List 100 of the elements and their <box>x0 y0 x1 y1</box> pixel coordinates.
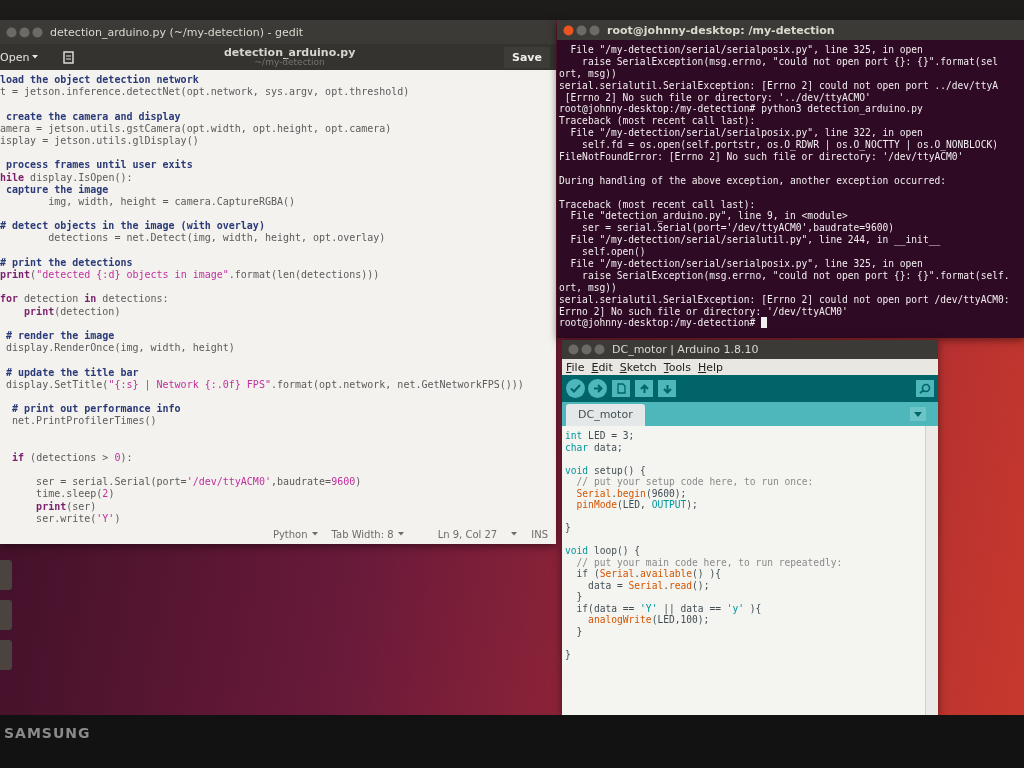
menu-item[interactable]: File <box>566 360 585 374</box>
code-line: display.SetTitle("{:s} | Network {:.0f} FPS".format(opt.network, net.GetNetworkFPS())) <box>5 378 525 391</box>
down-arrow-icon <box>662 383 672 394</box>
code-line: display.RenderOnce(img, width, height) <box>5 342 236 355</box>
code-line: void loop() { <box>565 545 642 557</box>
caret-icon[interactable] <box>511 532 518 536</box>
code-line: int LED = 3; <box>565 430 636 442</box>
terminal-line: Traceback (most recent call last): <box>559 115 757 128</box>
scrollbar[interactable] <box>925 426 938 715</box>
code-line: if (Serial.available() ){ <box>575 568 722 580</box>
code-line: // put your main code here, to run repeatedly: <box>575 556 844 568</box>
text-cursor <box>761 317 768 329</box>
caret-icon <box>311 532 318 536</box>
terminal-line: raise SerialException(msg.errno, "could not open port {}: {}".format(sel <box>581 55 999 68</box>
terminal-line: self.open() <box>581 246 647 259</box>
terminal-line: root@johnny-desktop:/my-detection# python3 detection_arduino.py <box>559 103 924 116</box>
window-title: root@johnny-desktop: /my-detection <box>607 23 835 37</box>
code-line: print(detection) <box>23 305 122 318</box>
code-line: # render the image <box>5 329 116 343</box>
up-arrow-icon <box>639 383 649 394</box>
tab-width-selector[interactable]: Tab Width: 8 <box>331 528 404 540</box>
monitor-brand: SAMSUNG <box>4 725 91 741</box>
menu-item[interactable]: Edit <box>591 360 613 374</box>
insert-mode: INS <box>531 528 548 540</box>
code-line: # print out performance info <box>11 403 182 416</box>
cursor-position: Ln 9, Col 27 <box>437 528 498 540</box>
new-sketch-button[interactable] <box>612 380 630 397</box>
code-line: // put your setup code here, to run once: <box>575 476 815 488</box>
terminal-line: serial.serialutil.SerialException: [Errno 2] could not open port /dev/ttyACM0: <box>559 293 1011 306</box>
terminal-line: serial.serialutil.SerialException: [Errno 2] could not open port ../dev/ttyA <box>559 79 999 92</box>
window-controls-icon[interactable] <box>568 344 606 355</box>
code-line: img, width, height = camera.CaptureRGBA() <box>47 195 296 209</box>
language-selector[interactable]: Python <box>272 528 318 540</box>
menu-item[interactable]: Help <box>697 360 723 374</box>
document-title: detection_arduino.py <box>224 46 356 59</box>
code-line: isplay = jetson.utils.glDisplay() <box>0 134 200 148</box>
upload-button[interactable] <box>588 379 607 398</box>
window-title: detection_arduino.py (~/my-detection) - gedit <box>50 25 304 39</box>
terminal-line: [Errno 2] No such file or directory: '../dev/ttyACMO' <box>563 91 872 104</box>
code-line: analogWrite(LED,100); <box>587 614 711 626</box>
code-line: } <box>575 591 584 603</box>
terminal-line: Traceback (most recent call last): <box>559 198 757 211</box>
window-controls-icon[interactable] <box>6 26 44 38</box>
code-line: hile display.IsOpen(): <box>0 171 134 184</box>
menu-item[interactable]: Sketch <box>619 360 657 374</box>
sketch-tab[interactable]: DC_motor <box>566 404 645 426</box>
code-line: if(data == 'Y' || data == 'y' ){ <box>575 602 763 614</box>
tab-menu-button[interactable] <box>910 407 926 421</box>
terminal-line: File "/my-detection/serial/serialposix.py", line 322, in open <box>569 127 924 140</box>
code-line: } <box>575 625 584 637</box>
terminal-prompt: root@johnny-desktop:/my-detection# <box>559 317 757 329</box>
terminal-line: File "/my-detection/serial/serialposix.py", line 325, in open <box>569 258 924 270</box>
checkmark-icon <box>570 384 581 393</box>
caret-icon <box>32 55 39 59</box>
code-line: # update the title bar <box>5 366 140 379</box>
code-line: data = Serial.read(); <box>587 579 711 591</box>
code-line: for detection in detections: <box>0 293 170 306</box>
right-arrow-icon <box>592 384 603 393</box>
code-line: print(ser) <box>35 500 98 513</box>
save-button[interactable]: Save <box>504 46 550 68</box>
menu-item[interactable]: Tools <box>663 360 691 374</box>
code-line: capture the image <box>5 183 110 196</box>
code-line: Serial.begin(9600); <box>575 487 688 499</box>
code-line: # detect objects in the image (with overlay) <box>0 220 266 233</box>
open-button[interactable]: Open <box>0 50 43 64</box>
window-title: DC_motor | Arduino 1.8.10 <box>612 343 759 356</box>
code-line: # print the detections <box>0 256 134 269</box>
terminal-line: FileNotFoundError: [Errno 2] No such file or directory: '/dev/ttyACM0' <box>559 151 965 163</box>
terminal-line: During handling of the above exception, another exception occurred: <box>559 174 947 187</box>
window-controls-icon[interactable] <box>563 24 601 36</box>
terminal-line: File "detection_arduino.py", line 9, in <module> <box>569 210 849 223</box>
save-button[interactable] <box>658 380 676 397</box>
document-path: ~/my-detection <box>254 58 325 68</box>
terminal-line: File "/my-detection/serial/serialposix.py", line 325, in open <box>569 44 924 56</box>
code-line: ser.write('Y') <box>35 512 122 524</box>
caret-icon <box>914 411 922 417</box>
code-line: } <box>565 648 572 660</box>
terminal-line: self.fd = os.open(self.portstr, os.O_RDWR | os.O_NOCTTY | os.O_NONBLOCK) <box>581 139 999 151</box>
document-icon[interactable] <box>62 50 76 64</box>
terminal-line: ort, msg)) <box>559 281 618 294</box>
terminal-line: ort, msg)) <box>559 67 618 80</box>
code-line: load the object detection network <box>0 74 200 87</box>
terminal-line: ser = serial.Serial(port='/dev/ttyACM0',baudrate=9600) <box>581 222 895 235</box>
code-line: void setup() { <box>565 464 647 476</box>
terminal-line: File "/my-detection/serial/serialutil.py", line 244, in __init__ <box>569 234 942 247</box>
verify-button[interactable] <box>566 379 585 398</box>
code-line: t = jetson.inference.detectNet(opt.network, sys.argv, opt.threshold) <box>0 86 411 99</box>
code-line: } <box>565 522 572 534</box>
code-line: amera = jetson.utils.gstCamera(opt.width, opt.height, opt.camera) <box>0 122 393 135</box>
open-button[interactable] <box>635 380 653 397</box>
code-line: process frames until user exits <box>5 159 194 172</box>
code-line: char data; <box>565 441 624 453</box>
terminal-line: Errno 2] No such file or directory: '/dev/ttyACM0' <box>559 305 849 318</box>
code-line: ser = serial.Serial(port='/dev/ttyACM0',baudrate=9600) <box>35 476 363 489</box>
code-line: pinMode(LED, OUTPUT); <box>575 499 699 511</box>
code-line: detections = net.Detect(img, width, height, opt.overlay) <box>47 232 387 245</box>
code-line: net.PrintProfilerTimes() <box>11 415 158 428</box>
code-line: if (detections > 0): <box>11 451 134 464</box>
serial-monitor-button[interactable] <box>916 380 934 397</box>
caret-icon <box>397 532 404 536</box>
